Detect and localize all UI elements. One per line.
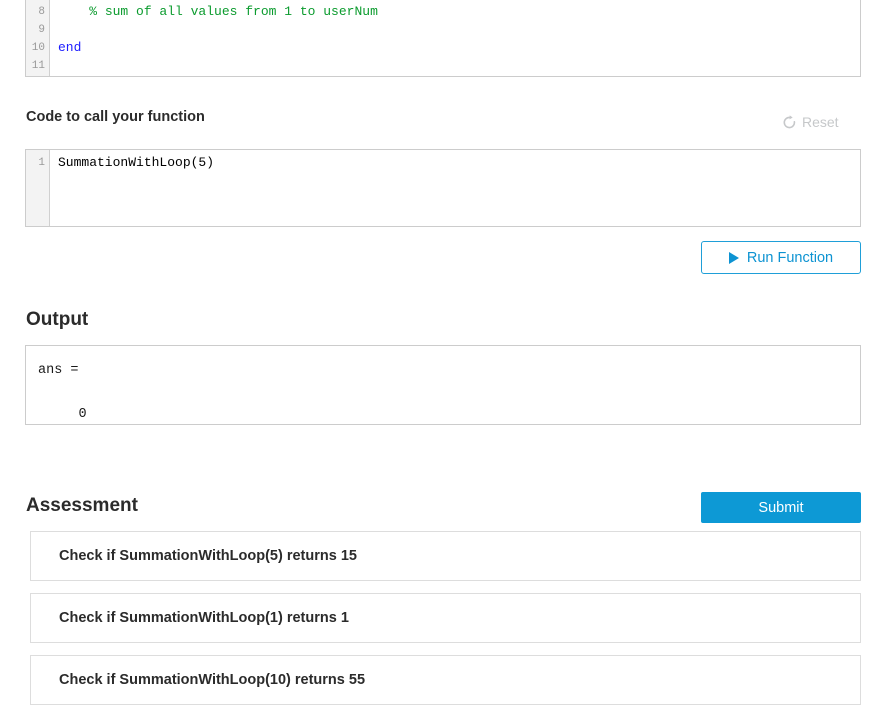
output-line: 0 [38,407,87,422]
code-line: SummationWithLoop(5) [58,154,860,172]
call-editor-gutter: 1 [26,150,50,226]
code-line: % sum of all values from 1 to userNum [58,3,860,21]
exercise-page: 8 9 10 11 % sum of all values from 1 to use… [0,0,875,721]
assessment-list: Check if SummationWithLoop(5) returns 15… [30,531,861,717]
line-number: 10 [31,42,45,54]
output-heading: Output [26,309,89,330]
code-line: end [58,39,860,57]
submit-button[interactable]: Submit [701,492,861,523]
call-code-editor[interactable]: 1 SummationWithLoop(5) [25,149,861,227]
assessment-test-row[interactable]: Check if SummationWithLoop(5) returns 15 [30,531,861,581]
line-number: 8 [38,6,45,18]
run-function-label: Run Function [746,249,834,266]
play-triangle-icon [728,251,739,264]
call-editor-code-area[interactable]: SummationWithLoop(5) [50,150,860,226]
assessment-test-label: Check if SummationWithLoop(5) returns 15 [59,548,357,564]
reset-button[interactable]: Reset [782,114,839,130]
assessment-test-row[interactable]: Check if SummationWithLoop(10) returns 5… [30,655,861,705]
submit-label: Submit [758,499,804,516]
assessment-heading: Assessment [26,495,138,516]
assessment-test-label: Check if SummationWithLoop(1) returns 1 [59,610,349,626]
function-code-editor[interactable]: 8 9 10 11 % sum of all values from 1 to use… [25,0,861,77]
line-number: 11 [31,60,45,72]
output-line: ans = [38,363,79,378]
output-panel: ans = 0 [25,345,861,425]
line-number: 1 [38,157,45,169]
code-token-comment: % sum of all values from 1 to userNum [89,4,378,19]
function-editor-code-area[interactable]: % sum of all values from 1 to userNum en… [50,0,860,76]
code-to-call-heading: Code to call your function [26,109,205,125]
code-token-keyword: end [58,40,82,55]
reset-label: Reset [802,114,839,130]
refresh-circular-arrow-icon [782,114,797,130]
assessment-test-label: Check if SummationWithLoop(10) returns 5… [59,672,366,688]
run-function-button[interactable]: Run Function [701,241,861,274]
line-number: 9 [38,24,45,36]
function-editor-gutter: 8 9 10 11 [26,0,50,76]
assessment-test-row[interactable]: Check if SummationWithLoop(1) returns 1 [30,593,861,643]
code-token-plain: SummationWithLoop(5) [58,155,215,170]
